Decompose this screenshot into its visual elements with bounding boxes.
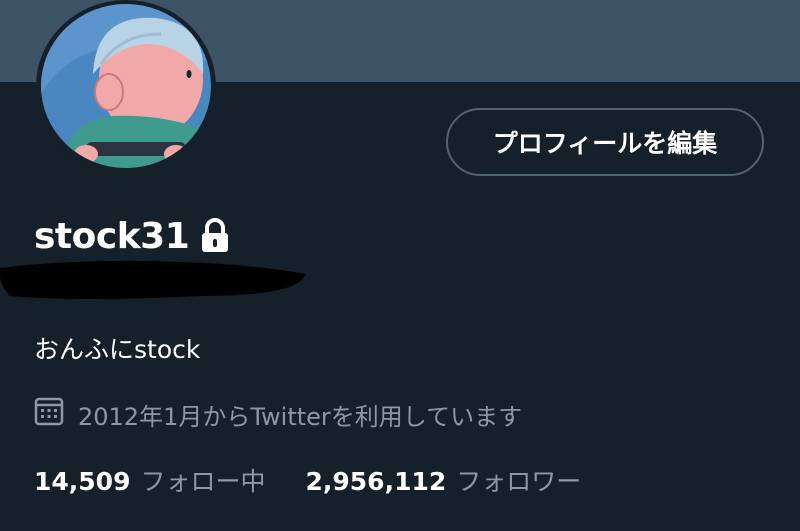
follow-stats: 14,509 フォロー中 2,956,112 フォロワー [34,462,621,498]
join-date-text: 2012年1月からTwitterを利用しています [78,402,523,431]
join-date: 2012年1月からTwitterを利用しています [34,396,522,432]
redacted-handle [0,256,310,306]
followers-label: フォロワー [456,467,582,496]
display-name: stock31 [34,215,190,257]
following-link[interactable]: 14,509 フォロー中 [34,462,266,498]
bio-text: おんふにstock [34,335,201,364]
calendar-icon [34,396,78,432]
following-count: 14,509 [34,467,131,496]
avatar[interactable] [36,0,216,172]
avatar-image [41,4,211,168]
followers-count: 2,956,112 [305,467,447,496]
following-label: フォロー中 [140,467,266,496]
display-name-row: stock31 [34,214,231,258]
lock-icon [199,218,231,258]
edit-profile-button[interactable]: プロフィールを編集 [446,108,764,176]
followers-link[interactable]: 2,956,112 フォロワー [306,462,582,498]
